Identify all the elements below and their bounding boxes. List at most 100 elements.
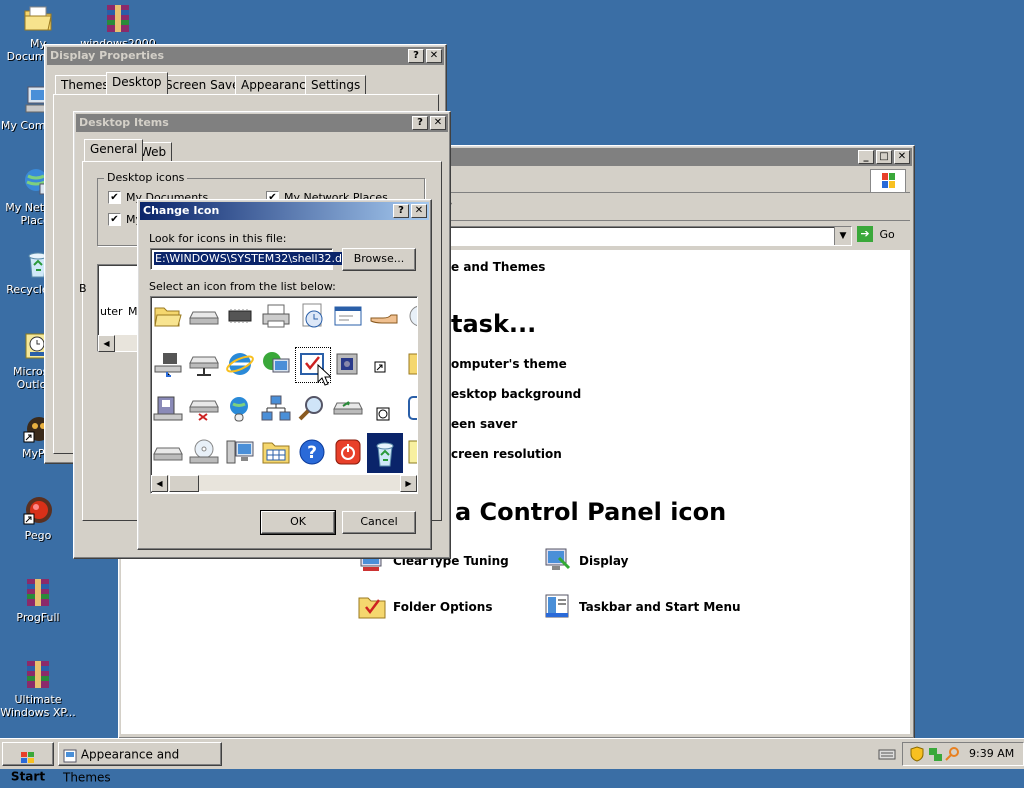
network-drive-icon[interactable] bbox=[187, 347, 221, 381]
windows-flag-icon bbox=[21, 749, 35, 763]
scroll-left-button[interactable]: ◀ bbox=[151, 475, 168, 492]
breadcrumb: e and Themes bbox=[451, 260, 546, 274]
folder-icon bbox=[22, 2, 54, 34]
change-icon-title-bar: Change Icon ? ✕ bbox=[140, 202, 429, 220]
clock-document-icon[interactable] bbox=[295, 299, 329, 333]
search-tray-icon[interactable] bbox=[945, 746, 961, 765]
cp-item-display[interactable]: Display bbox=[543, 546, 683, 576]
go-arrow-icon: ➔ bbox=[857, 226, 873, 242]
folder-options-icon bbox=[357, 592, 387, 620]
partial-blue-icon[interactable] bbox=[403, 391, 417, 425]
go-button[interactable]: ➔ Go bbox=[857, 226, 907, 246]
desktop-icon-windows2000[interactable]: windows2000 bbox=[80, 2, 156, 50]
scroll-thumb[interactable] bbox=[169, 475, 199, 492]
desktop-icon-pego[interactable]: Pego bbox=[0, 494, 76, 542]
hard-disk-icon[interactable] bbox=[151, 391, 185, 425]
task-screen-resolution[interactable]: creen resolution bbox=[451, 447, 562, 461]
close-button[interactable]: ✕ bbox=[430, 116, 446, 130]
help-button[interactable]: ? bbox=[412, 116, 428, 130]
network-computer-icon[interactable] bbox=[151, 347, 185, 381]
my-computer-checkbox[interactable]: ✔ bbox=[108, 213, 121, 226]
folder-grid-icon[interactable] bbox=[259, 435, 293, 469]
cd-drive-icon[interactable] bbox=[403, 299, 417, 333]
cancel-button[interactable]: Cancel bbox=[342, 511, 416, 534]
search-magnifier-icon[interactable] bbox=[295, 391, 329, 425]
keyboard-icon[interactable] bbox=[878, 747, 896, 761]
start-button[interactable]: Start bbox=[2, 742, 54, 784]
desktop-icon-label: Ultimate Windows XP... bbox=[0, 693, 76, 719]
icon-list[interactable]: ? ◀ ▶ bbox=[150, 296, 418, 494]
desktop-icon-progfull[interactable]: ProgFull bbox=[0, 576, 76, 624]
drive-icon[interactable] bbox=[151, 435, 185, 469]
ok-button[interactable]: OK bbox=[260, 510, 336, 535]
pick-icon-heading: a Control Panel icon bbox=[455, 498, 727, 526]
internet-explorer-icon[interactable] bbox=[223, 347, 257, 381]
network-tray-icon[interactable] bbox=[927, 746, 943, 765]
change-icon-label-b: B bbox=[79, 282, 87, 295]
address-dropdown-button[interactable]: ▼ bbox=[834, 227, 851, 245]
go-label: Go bbox=[879, 227, 895, 241]
sharing-hand-icon[interactable] bbox=[367, 299, 401, 333]
start-label: Start bbox=[10, 769, 46, 784]
task-desktop-background[interactable]: esktop background bbox=[451, 387, 581, 401]
network-connections-icon[interactable] bbox=[259, 391, 293, 425]
tab-desktop[interactable]: Desktop bbox=[106, 72, 168, 94]
small-clock-icon[interactable] bbox=[367, 391, 401, 425]
shortcut-arrow-icon[interactable] bbox=[367, 347, 401, 381]
printer-icon[interactable] bbox=[259, 299, 293, 333]
globe-mouse-icon[interactable] bbox=[223, 391, 257, 425]
browse-button[interactable]: Browse... bbox=[342, 248, 416, 271]
taskbar-item-appearance-and-themes[interactable]: Appearance and Themes bbox=[58, 742, 222, 784]
control-panel-small-icon bbox=[63, 748, 77, 762]
window-title: Desktop Items bbox=[79, 116, 169, 129]
recycle-bin-selected-icon[interactable] bbox=[367, 433, 403, 473]
media-device-icon[interactable] bbox=[331, 347, 365, 381]
system-tray: 9:39 AM bbox=[902, 742, 1024, 766]
globe-monitor-icon[interactable] bbox=[259, 347, 293, 381]
icon-list-scrollbar[interactable]: ◀ ▶ bbox=[151, 475, 417, 492]
disconnected-drive-icon[interactable] bbox=[187, 391, 221, 425]
cp-item-label: Display bbox=[579, 554, 629, 568]
desktop-items-title-bar: Desktop Items ? ✕ bbox=[76, 114, 448, 132]
scroll-right-button[interactable]: ▶ bbox=[400, 475, 417, 492]
tab-general[interactable]: General bbox=[84, 139, 144, 161]
cp-item-label: Taskbar and Start Menu bbox=[579, 600, 741, 614]
mouse-cursor-icon bbox=[317, 363, 333, 389]
open-folder-icon[interactable] bbox=[151, 299, 185, 333]
display-icon bbox=[543, 546, 571, 574]
help-button[interactable]: ? bbox=[393, 204, 409, 218]
task-screen-saver[interactable]: een saver bbox=[451, 417, 517, 431]
partial-note-icon[interactable] bbox=[403, 435, 417, 469]
security-shield-icon[interactable] bbox=[909, 746, 925, 765]
desktop-icon-ultimate-windows-xp[interactable]: Ultimate Windows XP... bbox=[0, 658, 76, 719]
power-shutdown-icon[interactable] bbox=[331, 435, 365, 469]
close-button[interactable]: ✕ bbox=[894, 150, 910, 164]
close-button[interactable]: ✕ bbox=[426, 49, 442, 63]
floppy-drive-icon[interactable] bbox=[187, 299, 221, 333]
clock[interactable]: 9:39 AM bbox=[969, 747, 1014, 760]
cp-item-taskbar[interactable]: Taskbar and Start Menu bbox=[543, 592, 743, 622]
memory-chip-icon[interactable] bbox=[223, 299, 257, 333]
task-change-theme[interactable]: omputer's theme bbox=[451, 357, 567, 371]
winrar-archive-icon bbox=[22, 658, 54, 690]
partial-folder-icon[interactable] bbox=[403, 347, 417, 381]
close-button[interactable]: ✕ bbox=[411, 204, 427, 218]
application-window-icon[interactable] bbox=[331, 299, 365, 333]
scroll-left-button[interactable]: ◀ bbox=[98, 335, 115, 352]
desktop-computer-icon[interactable] bbox=[223, 435, 257, 469]
my-documents-checkbox[interactable]: ✔ bbox=[108, 191, 121, 204]
window-title: Display Properties bbox=[50, 49, 165, 62]
help-question-icon[interactable]: ? bbox=[295, 435, 329, 469]
maximize-button[interactable]: □ bbox=[876, 150, 892, 164]
windows-logo-icon bbox=[870, 169, 906, 193]
list-item[interactable]: uter bbox=[100, 305, 123, 318]
minimize-button[interactable]: _ bbox=[858, 150, 874, 164]
icon-file-input[interactable]: E:\WINDOWS\SYSTEM32\shell32.dll bbox=[150, 248, 350, 270]
display-properties-title-bar: Display Properties ? ✕ bbox=[47, 47, 444, 65]
removable-drive-icon[interactable] bbox=[331, 391, 365, 425]
tab-settings[interactable]: Settings bbox=[305, 75, 367, 94]
cd-rom-drive-icon[interactable] bbox=[187, 435, 221, 469]
help-button[interactable]: ? bbox=[408, 49, 424, 63]
cp-item-folder-options[interactable]: Folder Options bbox=[357, 592, 527, 622]
pick-task-heading: task... bbox=[451, 310, 537, 338]
